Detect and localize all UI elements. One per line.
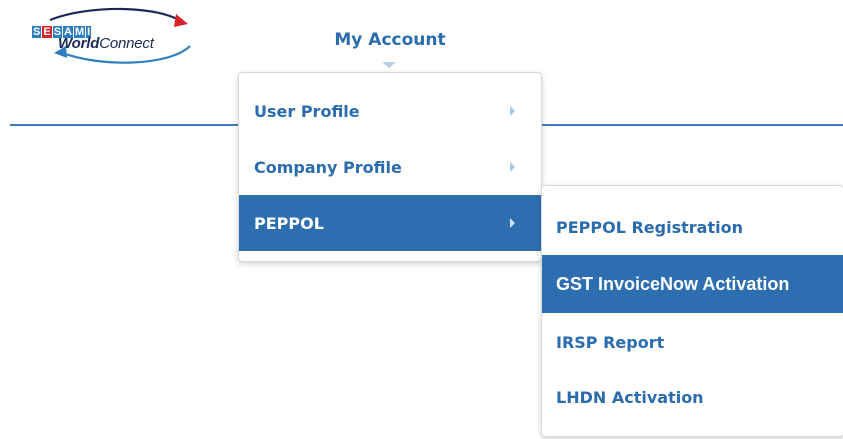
submenu-item-gst-invoicenow-activation[interactable]: GST InvoiceNow Activation (542, 255, 843, 313)
menu-item-label: User Profile (254, 101, 360, 121)
logo-word-world: World (58, 35, 100, 52)
submenu-item-lhdn-activation[interactable]: LHDN Activation (542, 368, 843, 426)
submenu-item-label: GST InvoiceNow Activation (556, 273, 790, 294)
submenu-item-label: IRSP Report (556, 332, 665, 352)
menu-item-peppol[interactable]: PEPPOL (239, 195, 541, 251)
submenu-item-label: LHDN Activation (556, 387, 704, 407)
logo-badge-letter: S (32, 26, 42, 38)
sesami-worldconnect-logo[interactable]: S E S A M I WorldConnect (30, 6, 200, 68)
menu-item-company-profile[interactable]: Company Profile (239, 139, 541, 195)
menu-item-user-profile[interactable]: User Profile (239, 83, 541, 139)
nav-my-account[interactable]: My Account (300, 30, 480, 50)
logo-wordmark: WorldConnect (58, 36, 154, 52)
submenu-item-irsp-report[interactable]: IRSP Report (542, 313, 843, 371)
caret-down-icon (382, 62, 396, 68)
logo-word-connect: Connect (99, 35, 154, 52)
chevron-right-icon (510, 106, 515, 116)
chevron-right-icon (510, 218, 515, 228)
submenu-item-peppol-registration[interactable]: PEPPOL Registration (542, 198, 843, 256)
submenu-item-label: PEPPOL Registration (556, 217, 743, 237)
account-dropdown-menu: User Profile Company Profile PEPPOL (238, 72, 542, 262)
peppol-submenu: PEPPOL Registration GST InvoiceNow Activ… (541, 185, 843, 437)
chevron-right-icon (510, 162, 515, 172)
menu-item-label: PEPPOL (254, 213, 324, 233)
logo-badge-letter: E (42, 26, 52, 38)
menu-item-label: Company Profile (254, 157, 402, 177)
